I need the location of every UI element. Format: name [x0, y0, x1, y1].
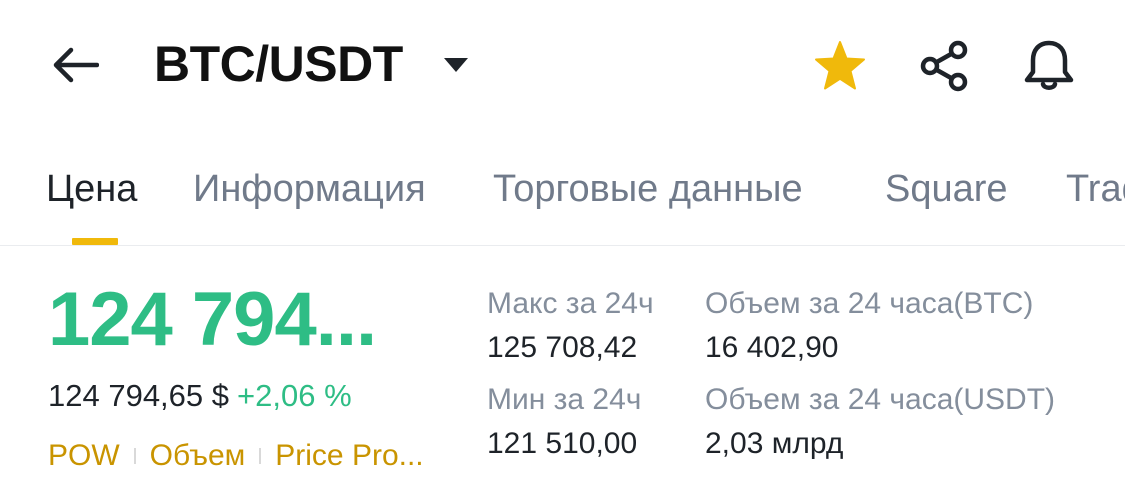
alert-button[interactable] [1021, 38, 1077, 94]
tab-trading[interactable]: Trading [1066, 166, 1125, 212]
tag-divider [133, 448, 136, 464]
favorite-button[interactable] [812, 38, 868, 94]
stat-label: Объем за 24 часа(BTC) [705, 287, 1034, 320]
share-button[interactable] [917, 38, 973, 94]
stat-label: Макс за 24ч [487, 287, 654, 320]
stat-volume-btc: Объем за 24 часа(BTC) 16 402,90 [705, 286, 1033, 366]
back-button[interactable] [48, 40, 102, 90]
share-icon [920, 40, 968, 92]
star-icon [815, 41, 865, 90]
price-summary: 124 794,65 $ +2,06 % [48, 376, 352, 416]
price-change: +2,06 % [237, 378, 352, 413]
stat-value: 121 510,00 [487, 427, 638, 460]
usd-price: 124 794,65 $ [48, 378, 230, 413]
pair-dropdown-button[interactable] [440, 50, 472, 80]
tag-volume[interactable]: Объем [150, 436, 246, 476]
tab-price[interactable]: Цена [46, 166, 137, 212]
stat-value: 2,03 млрд [705, 427, 844, 460]
tab-info[interactable]: Информация [193, 166, 426, 212]
stat-value: 16 402,90 [705, 331, 839, 364]
top-bar: BTC/USDT [0, 0, 1125, 130]
arrow-left-icon [53, 47, 99, 83]
stat-low-24h: Мин за 24ч 121 510,00 [487, 382, 641, 462]
bell-icon [1024, 40, 1074, 90]
tab-trading-data[interactable]: Торговые данные [493, 166, 803, 212]
tag-divider [259, 448, 262, 464]
tag-price-protection[interactable]: Price Pro... [275, 436, 423, 476]
tab-bar: Цена Информация Торговые данные Square T… [0, 160, 1125, 246]
stat-label: Объем за 24 часа(USDT) [705, 383, 1056, 416]
caret-down-icon [444, 58, 468, 72]
stat-label: Мин за 24ч [487, 383, 642, 416]
stat-high-24h: Макс за 24ч 125 708,42 [487, 286, 654, 366]
tag-row: POW Объем Price Pro... [48, 436, 424, 476]
pair-title[interactable]: BTC/USDT [154, 36, 403, 92]
stat-value: 125 708,42 [487, 331, 638, 364]
tag-pow[interactable]: POW [48, 436, 120, 476]
tab-square[interactable]: Square [885, 166, 1008, 212]
stat-volume-usdt: Объем за 24 часа(USDT) 2,03 млрд [705, 382, 1055, 462]
last-price: 124 794... [48, 277, 377, 362]
active-tab-indicator [72, 238, 118, 245]
